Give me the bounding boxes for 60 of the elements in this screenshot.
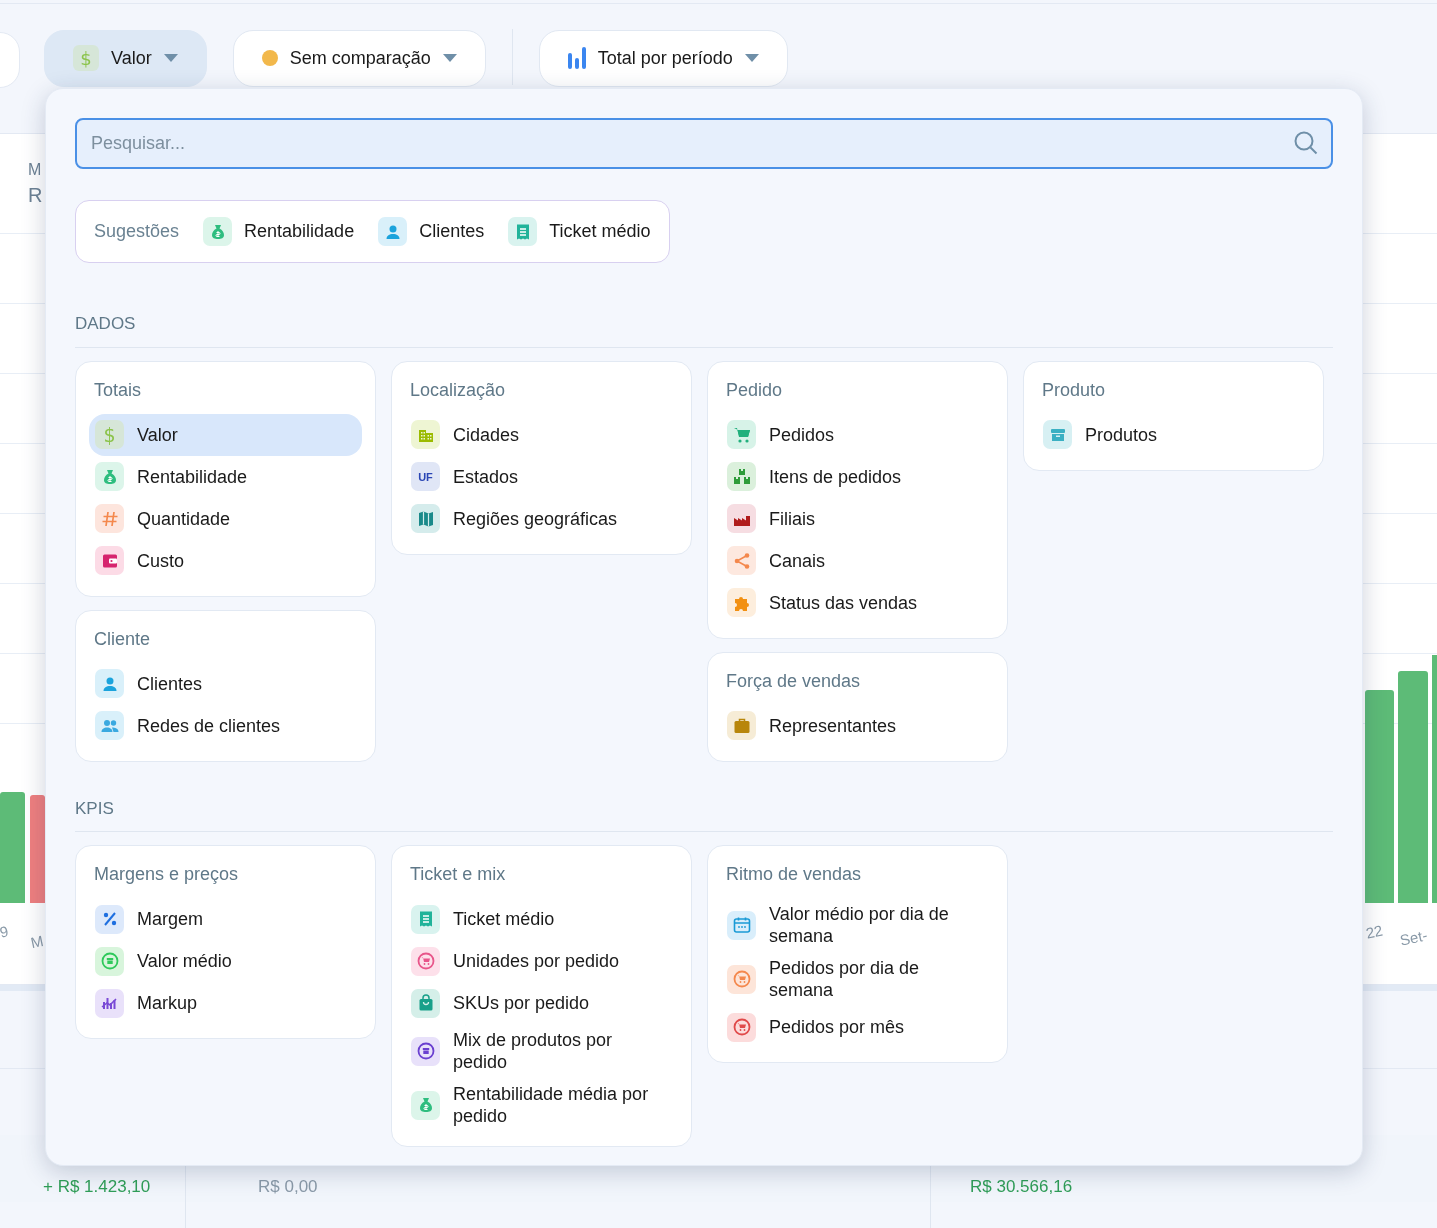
- briefcase-icon: [727, 711, 756, 740]
- map-icon: [411, 504, 440, 533]
- card-title: Ritmo de vendas: [725, 863, 863, 886]
- card-title: Margens e preços: [93, 863, 240, 886]
- dollar-icon: $: [73, 45, 99, 71]
- chart-icon: [95, 988, 124, 1018]
- receipt-icon: [508, 217, 538, 246]
- boxes-icon: [727, 462, 756, 491]
- dropdown-button[interactable]: Sem comparação: [232, 29, 486, 87]
- share-icon: [727, 546, 756, 575]
- receipt-icon: [411, 904, 440, 934]
- caret-icon: [442, 54, 457, 62]
- section-heading: DADOS: [75, 314, 136, 333]
- suggestion-chip[interactable]: Ticket médio: [508, 217, 651, 246]
- stat-label: M: [28, 160, 42, 180]
- dollar-icon: $: [95, 420, 124, 449]
- bar-chart-icon: [567, 47, 586, 69]
- shopping-bag-icon: [411, 988, 440, 1018]
- percent-icon: [95, 904, 124, 934]
- card-title: Localização: [409, 378, 507, 402]
- puzzle-icon: [727, 588, 756, 617]
- person-icon: [95, 669, 124, 698]
- cart-icon: [727, 420, 756, 449]
- axis-label: Set-: [1397, 925, 1430, 951]
- total-value: + R$ 1.423,10: [43, 1176, 151, 1198]
- dropdown-button[interactable]: $ Valor: [44, 29, 207, 87]
- card-title: Pedido: [725, 378, 784, 402]
- total-value: R$ 30.566,16: [970, 1176, 1073, 1198]
- calendar-icon: [727, 910, 756, 940]
- axis-label: M: [28, 930, 46, 954]
- stat-value: R: [28, 183, 43, 208]
- card-title: Totais: [93, 378, 143, 402]
- hash-icon: [95, 504, 124, 533]
- buildings-icon: [411, 420, 440, 449]
- axis-label: 22: [1363, 920, 1385, 944]
- total-value: R$ 0,00: [258, 1176, 318, 1198]
- card-title: Força de vendas: [725, 669, 862, 693]
- money-bag-icon: [95, 462, 124, 491]
- axis-label: 9: [0, 921, 11, 943]
- money-bag-icon: [411, 1090, 440, 1120]
- dropdown-button[interactable]: Total por período: [538, 29, 788, 87]
- people-icon: [95, 711, 124, 740]
- search-field[interactable]: Pesquisar...: [75, 118, 1333, 169]
- wallet-icon: [95, 546, 124, 575]
- money-bag-icon: [203, 217, 233, 246]
- person-icon: [378, 217, 408, 246]
- caret-icon: [744, 54, 759, 62]
- search-icon: [1293, 130, 1319, 156]
- suggestion-chip[interactable]: Rentabilidade: [203, 217, 355, 246]
- card-title: Produto: [1041, 378, 1107, 402]
- card-title: Cliente: [93, 627, 152, 651]
- menu-item[interactable]: $ Valor: [89, 413, 362, 456]
- suggestion-chip[interactable]: Clientes: [378, 217, 485, 246]
- caret-icon: [163, 54, 178, 62]
- card-title: Ticket e mix: [409, 863, 507, 886]
- suggestions-label: Sugestões: [94, 220, 180, 243]
- factory-icon: [727, 504, 756, 533]
- uf-icon: UF: [411, 462, 440, 491]
- section-heading: KPIS: [75, 798, 114, 818]
- archive-box-icon: [1043, 420, 1072, 449]
